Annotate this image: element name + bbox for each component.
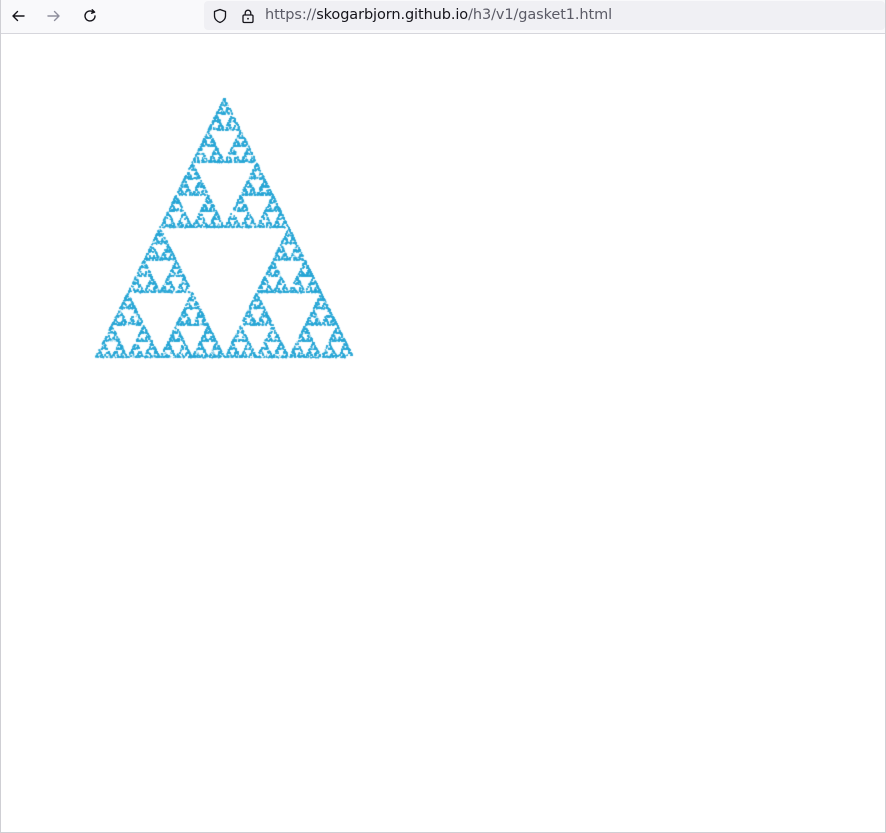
- reload-button[interactable]: [76, 3, 104, 29]
- url-host: skogarbjorn.github.io: [316, 7, 469, 23]
- browser-toolbar: https://skogarbjorn.github.io/h3/v1/gask…: [1, 0, 885, 34]
- arrow-right-icon: [46, 8, 62, 24]
- url-scheme: https://: [265, 7, 317, 23]
- forward-button[interactable]: [40, 3, 68, 29]
- sierpinski-gasket-canvas: [91, 93, 361, 363]
- reload-icon: [82, 8, 98, 24]
- url-path: /h3/v1/gasket1.html: [468, 7, 613, 23]
- url-text[interactable]: https://skogarbjorn.github.io/h3/v1/gask…: [265, 1, 612, 30]
- arrow-left-icon: [10, 8, 26, 24]
- shield-icon[interactable]: [211, 7, 229, 25]
- url-bar[interactable]: https://skogarbjorn.github.io/h3/v1/gask…: [204, 1, 885, 30]
- back-button[interactable]: [4, 3, 32, 29]
- browser-window: https://skogarbjorn.github.io/h3/v1/gask…: [0, 0, 886, 833]
- page-viewport: [1, 34, 885, 832]
- lock-icon[interactable]: [239, 7, 257, 25]
